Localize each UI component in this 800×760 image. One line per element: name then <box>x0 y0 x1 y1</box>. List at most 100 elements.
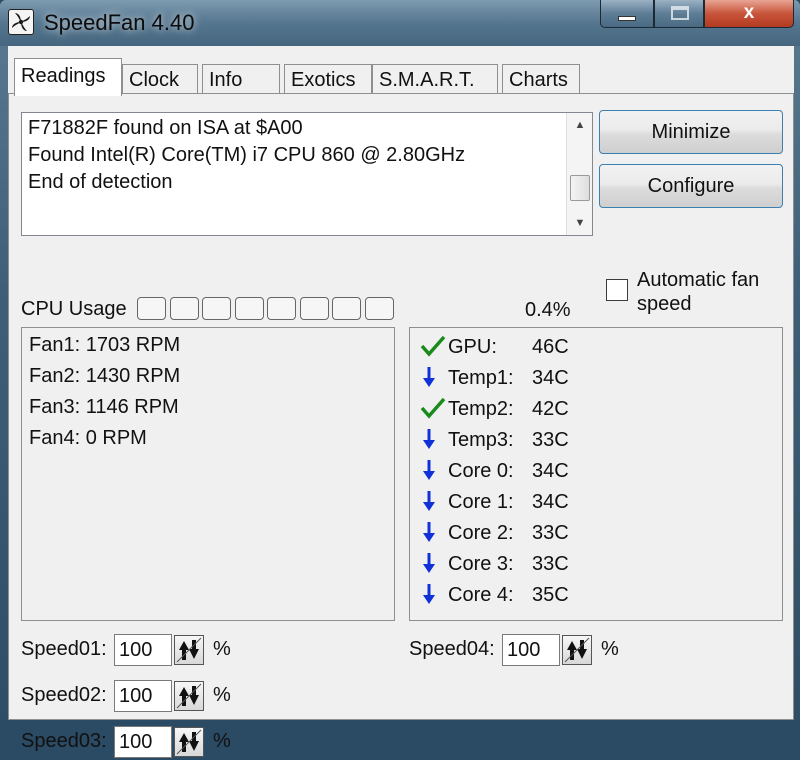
spinner-arrows-icon <box>564 637 590 663</box>
fan-reading: Fan2: 1430 RPM <box>29 365 181 387</box>
temperature-value: 33C <box>532 553 569 575</box>
temperature-name: Temp2: <box>448 398 514 421</box>
client-area: Readings Clock Info Exotics S.M.A.R.T. C… <box>8 46 794 758</box>
minimize-icon <box>618 16 636 21</box>
window-minimize-button[interactable] <box>600 0 654 28</box>
temperature-name: Core 0: <box>448 460 514 483</box>
cpu-usage-cell <box>137 297 166 320</box>
temperature-row: Core 1: 34C <box>420 489 569 517</box>
speed04-control: Speed04: % <box>409 634 629 668</box>
scroll-thumb[interactable] <box>570 175 590 201</box>
automatic-fan-label-line1: Automatic fan <box>637 269 760 291</box>
arrow-down-icon <box>420 489 448 513</box>
fan-reading: Fan4: 0 RPM <box>29 427 147 449</box>
detection-log[interactable]: F71882F found on ISA at $A00 Found Intel… <box>21 112 593 236</box>
tab-readings[interactable]: Readings <box>14 58 122 96</box>
log-line: End of detection <box>28 171 173 193</box>
tab-charts[interactable]: Charts <box>502 64 580 96</box>
tab-info[interactable]: Info <box>202 64 280 96</box>
speed03-control: Speed03: % <box>21 726 241 760</box>
temperature-value: 34C <box>532 367 569 389</box>
cpu-usage-cell <box>202 297 231 320</box>
temperature-value: 35C <box>532 584 569 606</box>
arrow-down-icon <box>420 365 448 389</box>
speed04-input[interactable] <box>502 634 560 666</box>
log-line: Found Intel(R) Core(TM) i7 CPU 860 @ 2.8… <box>28 144 466 166</box>
temperature-name: Temp1: <box>448 367 514 390</box>
speed04-spinner[interactable] <box>562 635 592 665</box>
log-scrollbar[interactable]: ▲ ▼ <box>566 113 592 235</box>
temperature-name: Core 1: <box>448 491 514 514</box>
cpu-usage-cell <box>267 297 296 320</box>
speed04-label: Speed04: <box>409 638 495 660</box>
spinner-arrows-icon <box>176 637 202 663</box>
temperature-name: Core 4: <box>448 584 514 607</box>
fan-readings-box: Fan1: 1703 RPM Fan2: 1430 RPM Fan3: 1146… <box>21 327 395 621</box>
temperature-row: Core 0: 34C <box>420 458 569 486</box>
speedfan-window: SpeedFan 4.40 x Readings Clock Info Exot… <box>0 0 800 758</box>
temperature-row: Temp3: 33C <box>420 427 569 455</box>
speed03-label: Speed03: <box>21 730 107 752</box>
temperature-value: 42C <box>532 398 569 420</box>
temperature-row: Temp2: 42C <box>420 396 569 424</box>
arrow-down-icon <box>420 427 448 451</box>
readings-panel: F71882F found on ISA at $A00 Found Intel… <box>8 93 794 758</box>
automatic-fan-speed-label[interactable]: Automatic fan speed <box>637 268 759 316</box>
automatic-fan-label-line2: speed <box>637 293 692 315</box>
title-bar[interactable]: SpeedFan 4.40 x <box>0 0 800 46</box>
tab-clock[interactable]: Clock <box>122 64 198 96</box>
window-close-button[interactable]: x <box>704 0 794 28</box>
tab-strip: Readings Clock Info Exotics S.M.A.R.T. C… <box>8 58 794 96</box>
automatic-fan-speed-checkbox[interactable] <box>606 279 628 301</box>
minimize-button[interactable]: Minimize <box>599 110 783 154</box>
configure-button[interactable]: Configure <box>599 164 783 208</box>
spinner-arrows-icon <box>176 683 202 709</box>
log-lines: F71882F found on ISA at $A00 Found Intel… <box>28 115 465 196</box>
speed02-label: Speed02: <box>21 684 107 706</box>
temperature-value: 34C <box>532 460 569 482</box>
cpu-usage-value: 0.4% <box>525 299 571 321</box>
temperature-value: 46C <box>532 336 569 358</box>
speed04-unit: % <box>601 638 619 660</box>
temperature-name: Core 2: <box>448 522 514 545</box>
cpu-usage-label: CPU Usage <box>21 298 127 320</box>
temperature-name: Core 3: <box>448 553 514 576</box>
tab-exotics[interactable]: Exotics <box>284 64 372 96</box>
fan-reading: Fan1: 1703 RPM <box>29 334 181 356</box>
log-line: F71882F found on ISA at $A00 <box>28 117 303 139</box>
temperature-row: Temp1: 34C <box>420 365 569 393</box>
temperature-readings-box: GPU: 46C Temp1: 34C Temp2: 42C Temp3: 33C Core 0… <box>409 327 783 621</box>
scroll-down-icon[interactable]: ▼ <box>567 211 593 235</box>
scroll-up-icon[interactable]: ▲ <box>567 113 593 137</box>
speed03-unit: % <box>213 730 231 752</box>
speed02-input[interactable] <box>114 680 172 712</box>
window-maximize-button[interactable] <box>654 0 704 28</box>
speed02-control: Speed02: % <box>21 680 241 714</box>
temperature-name: GPU: <box>448 336 497 359</box>
speed01-input[interactable] <box>114 634 172 666</box>
close-icon: x <box>743 2 755 23</box>
window-title: SpeedFan 4.40 <box>44 10 195 35</box>
fan-app-icon[interactable] <box>8 9 34 35</box>
temperature-value: 33C <box>532 522 569 544</box>
temperature-value: 33C <box>532 429 569 451</box>
spinner-arrows-icon <box>176 729 202 755</box>
speed03-input[interactable] <box>114 726 172 758</box>
cpu-usage-cell <box>234 297 264 320</box>
tab-smart[interactable]: S.M.A.R.T. <box>372 64 498 96</box>
arrow-down-icon <box>420 458 448 482</box>
speed01-unit: % <box>213 638 231 660</box>
speed01-spinner[interactable] <box>174 635 204 665</box>
temperature-value: 34C <box>532 491 569 513</box>
speed02-unit: % <box>213 684 231 706</box>
temperature-row: Core 3: 33C <box>420 553 569 579</box>
speed01-label: Speed01: <box>21 638 107 660</box>
check-icon <box>420 396 448 420</box>
fan-reading: Fan3: 1146 RPM <box>29 396 179 418</box>
speed02-spinner[interactable] <box>174 681 204 711</box>
maximize-icon <box>671 6 689 20</box>
temperature-row: Core 4: 35C <box>420 584 569 610</box>
cpu-usage-cell <box>332 297 361 320</box>
temperature-row: Core 2: 33C <box>420 522 569 548</box>
speed03-spinner[interactable] <box>174 727 204 757</box>
